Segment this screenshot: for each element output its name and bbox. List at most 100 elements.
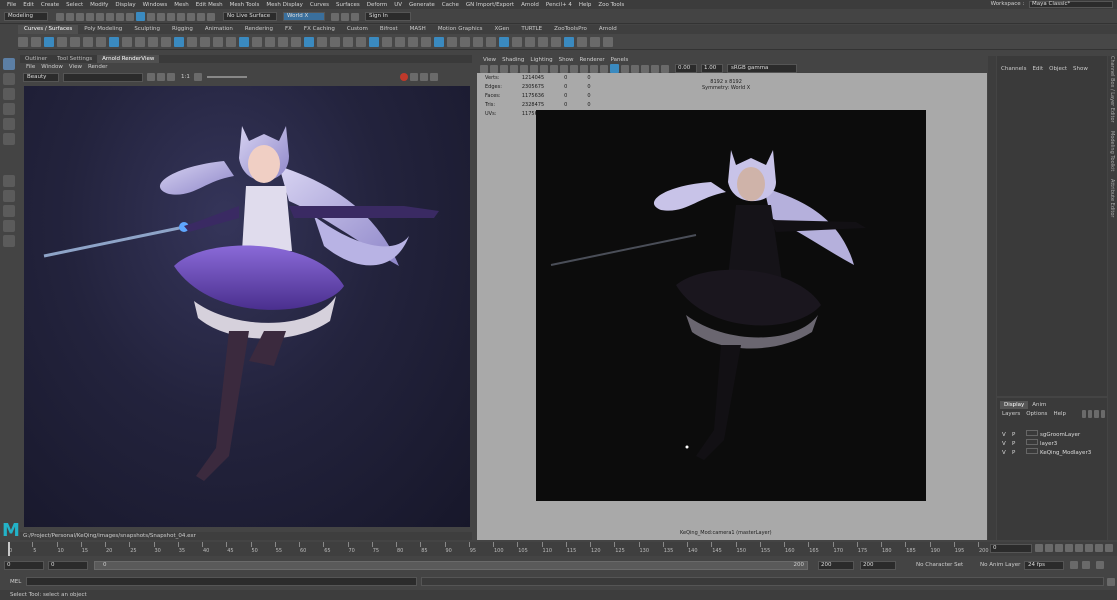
viewport-menu-shading[interactable]: Shading: [502, 57, 524, 63]
layer-visibility-toggle[interactable]: V: [1002, 449, 1012, 458]
shelf-tool-icon[interactable]: [343, 36, 353, 47]
shelf-tool-icon[interactable]: [70, 36, 80, 47]
shelf-tool-icon[interactable]: [96, 36, 106, 47]
new-scene-icon[interactable]: [56, 12, 64, 21]
shelf-tool-icon[interactable]: [447, 36, 457, 47]
shelf-tab-poly-modeling[interactable]: Poly Modeling: [78, 25, 128, 34]
shelf-tab-fx-caching[interactable]: FX Caching: [298, 25, 341, 34]
menu-zoo-tools[interactable]: Zoo Tools: [598, 2, 624, 8]
menu-display[interactable]: Display: [115, 2, 135, 8]
layers-menu-options[interactable]: Options: [1026, 411, 1047, 417]
go-to-start-icon[interactable]: [1035, 544, 1043, 552]
viewport-menu-renderer[interactable]: Renderer: [579, 57, 604, 63]
safe-title-icon[interactable]: [580, 64, 588, 73]
shelf-tab-turtle[interactable]: TURTLE: [515, 25, 548, 34]
shelf-tool-icon[interactable]: [304, 36, 314, 47]
select-object-icon[interactable]: [116, 12, 124, 21]
shelf-tool-icon[interactable]: [538, 36, 548, 47]
tab-outliner[interactable]: Outliner: [20, 55, 52, 63]
shelf-tool-icon[interactable]: [473, 36, 483, 47]
gamma-field[interactable]: 1.00: [701, 64, 723, 73]
paint-select-tool-icon[interactable]: [3, 88, 15, 100]
live-surface-dropdown[interactable]: No Live Surface: [223, 12, 277, 21]
undo-icon[interactable]: [86, 12, 94, 21]
shelf-tool-icon[interactable]: [603, 36, 613, 47]
current-time-marker[interactable]: [8, 542, 10, 556]
shelf-tool-icon[interactable]: [200, 36, 210, 47]
snapshot-icon[interactable]: [429, 73, 438, 81]
layer-color-swatch[interactable]: [1026, 430, 1038, 436]
xray-icon[interactable]: [661, 64, 669, 73]
move-layer-up-icon[interactable]: [1094, 410, 1099, 418]
menu-select[interactable]: Select: [66, 2, 83, 8]
channelbox-menu-edit[interactable]: Edit: [1032, 66, 1043, 72]
xgen-icon[interactable]: [351, 12, 359, 21]
menu-pencil-4[interactable]: Pencil+ 4: [546, 2, 572, 8]
layer-color-swatch[interactable]: [1026, 448, 1038, 454]
shelf-tab-mash[interactable]: MASH: [404, 25, 432, 34]
shelf-tool-icon[interactable]: [122, 36, 132, 47]
shelf-tool-icon[interactable]: [499, 36, 509, 47]
shelf-tab-sculpting[interactable]: Sculpting: [128, 25, 166, 34]
isolate-select-icon[interactable]: [651, 64, 659, 73]
menu-file[interactable]: File: [7, 2, 16, 8]
go-to-end-icon[interactable]: [1105, 544, 1113, 552]
shelf-tool-icon[interactable]: [317, 36, 327, 47]
shelf-tab-curves-surfaces[interactable]: Curves / Surfaces: [18, 25, 79, 34]
shelf-tool-icon[interactable]: [18, 36, 28, 47]
preferences-icon[interactable]: [1096, 561, 1104, 569]
aov-dropdown[interactable]: Beauty: [23, 72, 59, 82]
render-settings-icon[interactable]: [207, 12, 215, 21]
alpha-channel-icon[interactable]: [157, 73, 165, 81]
tab-tool-settings[interactable]: Tool Settings: [52, 55, 97, 63]
modeling-toolkit-icon[interactable]: [331, 12, 339, 21]
shelf-tab-rendering[interactable]: Rendering: [239, 25, 279, 34]
play-forward-icon[interactable]: [1075, 544, 1083, 552]
menu-mesh-display[interactable]: Mesh Display: [266, 2, 303, 8]
loop-icon[interactable]: [1070, 561, 1078, 569]
select-tool-icon[interactable]: [3, 58, 15, 70]
shelf-tool-icon[interactable]: [213, 36, 223, 47]
viewport-menu-lighting[interactable]: Lighting: [530, 57, 552, 63]
shelf-tool-icon[interactable]: [590, 36, 600, 47]
scale-tool-icon[interactable]: [3, 133, 15, 145]
shelf-tool-icon[interactable]: [356, 36, 366, 47]
exposure-slider[interactable]: [206, 76, 247, 78]
shelf-tool-icon[interactable]: [226, 36, 236, 47]
shelf-tool-icon[interactable]: [486, 36, 496, 47]
shelf-tool-icon[interactable]: [330, 36, 340, 47]
snap-grid-icon[interactable]: [136, 12, 145, 21]
layer-playback-toggle[interactable]: P: [1012, 449, 1026, 458]
play-backward-icon[interactable]: [1065, 544, 1073, 552]
shelf-tool-icon[interactable]: [239, 36, 249, 47]
fps-dropdown[interactable]: 24 fps: [1024, 561, 1064, 570]
film-gate-icon[interactable]: [530, 64, 538, 73]
single-perspective-layout-icon[interactable]: [3, 175, 15, 187]
shadows-icon[interactable]: [631, 64, 639, 73]
renderview-menu-view[interactable]: View: [69, 64, 82, 70]
select-hierarchy-icon[interactable]: [106, 12, 114, 21]
channelbox-menu-object[interactable]: Object: [1049, 66, 1067, 72]
gate-mask-icon[interactable]: [550, 64, 558, 73]
channelbox-menu-show[interactable]: Show: [1073, 66, 1088, 72]
step-back-key-icon[interactable]: [1045, 544, 1053, 552]
exposure-icon[interactable]: [193, 73, 202, 81]
shelf-tool-icon[interactable]: [421, 36, 431, 47]
shelf-tool-icon[interactable]: [187, 36, 197, 47]
shelf-tab-motion-graphics[interactable]: Motion Graphics: [432, 25, 489, 34]
shelf-tool-icon[interactable]: [109, 36, 119, 47]
save-scene-icon[interactable]: [76, 12, 84, 21]
shelf-tab-custom[interactable]: Custom: [341, 25, 374, 34]
viewport-menu-view[interactable]: View: [483, 57, 496, 63]
menu-mesh-tools[interactable]: Mesh Tools: [230, 2, 260, 8]
open-scene-icon[interactable]: [66, 12, 74, 21]
menu-cache[interactable]: Cache: [442, 2, 459, 8]
range-slider[interactable]: 0 200: [94, 561, 808, 570]
ambient-occlusion-icon[interactable]: [641, 64, 649, 73]
lasso-tool-icon[interactable]: [3, 73, 15, 85]
shelf-tool-icon[interactable]: [135, 36, 145, 47]
snap-view-icon[interactable]: [167, 12, 175, 21]
camera-attributes-icon[interactable]: [490, 64, 498, 73]
step-forward-frame-icon[interactable]: [1085, 544, 1093, 552]
menu-deform[interactable]: Deform: [367, 2, 387, 8]
